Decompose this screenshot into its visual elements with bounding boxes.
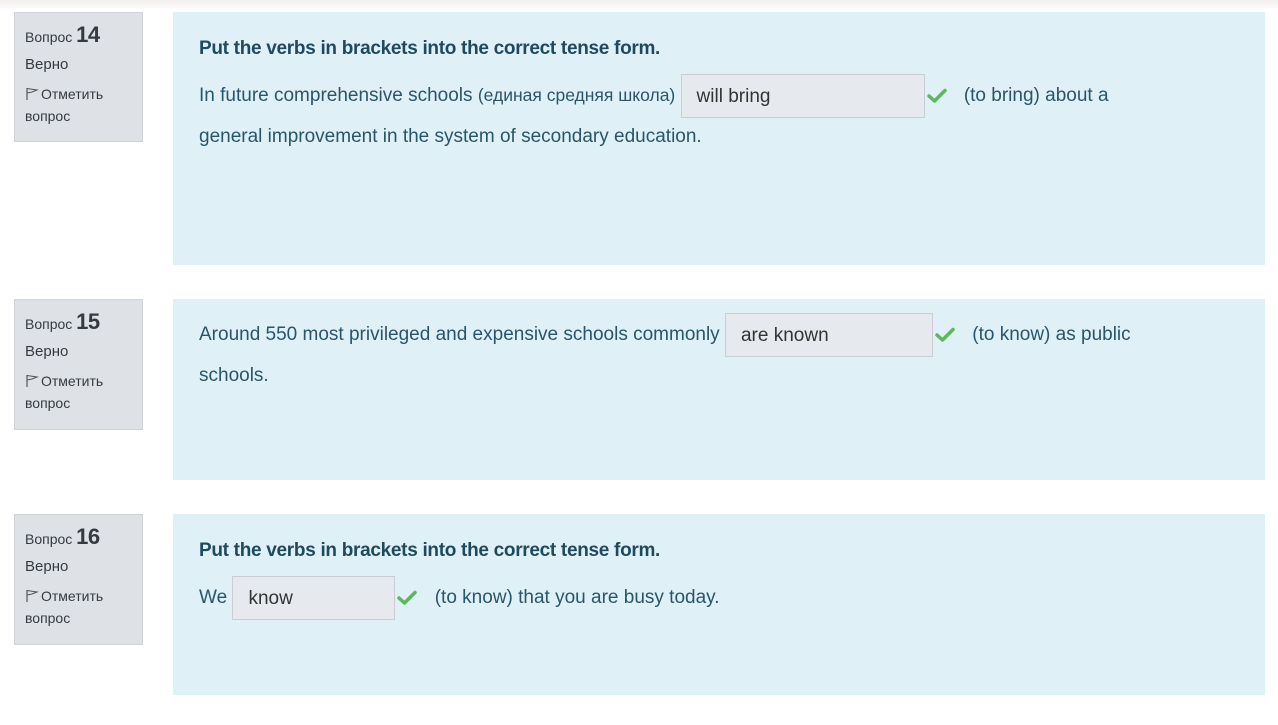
flag-question-link[interactable]: Отметить вопрос	[25, 585, 132, 629]
answer-field[interactable]: are known	[724, 313, 933, 357]
check-icon	[397, 590, 418, 605]
question-text: In future comprehensive schools (единая …	[199, 74, 1239, 155]
question-number-value: 14	[76, 22, 100, 47]
question-text-after-2: general improvement in the system of sec…	[199, 126, 702, 147]
question-title: Put the verbs in brackets into the corre…	[199, 540, 661, 561]
question-state: Верно	[25, 558, 69, 575]
question-info: Вопрос 16 Верно Отметить вопрос	[14, 514, 143, 645]
question-number-label: Вопрос	[25, 316, 73, 332]
question-number-value: 15	[76, 309, 100, 334]
question-state: Верно	[25, 56, 69, 73]
question-text-after-2: schools.	[199, 365, 269, 386]
question-number-label: Вопрос	[25, 29, 73, 45]
question-text-after: (to know) that you are busy today.	[434, 587, 720, 609]
check-icon	[935, 327, 955, 342]
question-text-after: (to bring) about a	[963, 85, 1109, 107]
question-number: Вопрос 15	[25, 309, 132, 335]
question-info: Вопрос 15 Верно Отметить вопрос	[14, 299, 143, 430]
question-text-after: (to know) as public	[972, 324, 1131, 346]
question-text: We know (to know) that you are busy toda…	[199, 576, 1239, 620]
flag-question-link[interactable]: Отметить вопрос	[25, 370, 132, 414]
question-content: Around 550 most privileged and expensive…	[173, 299, 1265, 480]
question-number: Вопрос 16	[25, 524, 132, 550]
question-info: Вопрос 14 Верно Отметить вопрос	[14, 12, 143, 142]
question-content: Put the verbs in brackets into the corre…	[173, 514, 1265, 695]
question-number-value: 16	[76, 524, 100, 549]
question-number: Вопрос 14	[25, 22, 132, 48]
answer-field[interactable]: know	[232, 576, 396, 620]
flag-icon	[26, 589, 39, 602]
flag-icon	[26, 374, 39, 387]
question-content: Put the verbs in brackets into the corre…	[173, 12, 1265, 265]
question-text-before: We	[199, 587, 228, 609]
question-title: Put the verbs in brackets into the corre…	[199, 38, 661, 59]
flag-question-link[interactable]: Отметить вопрос	[25, 83, 132, 127]
question-text-before: In future comprehensive schools	[199, 85, 473, 107]
question-text-before: Around 550 most privileged and expensive…	[199, 324, 720, 346]
question-state: Верно	[25, 343, 69, 360]
flag-icon	[26, 87, 39, 100]
top-bar	[0, 0, 1278, 8]
answer-field[interactable]: will bring	[680, 74, 925, 118]
question-number-label: Вопрос	[25, 531, 73, 547]
question-text: Around 550 most privileged and expensive…	[199, 313, 1239, 394]
question-text-ru: (единая средняя школа)	[477, 85, 676, 106]
check-icon	[926, 88, 947, 103]
